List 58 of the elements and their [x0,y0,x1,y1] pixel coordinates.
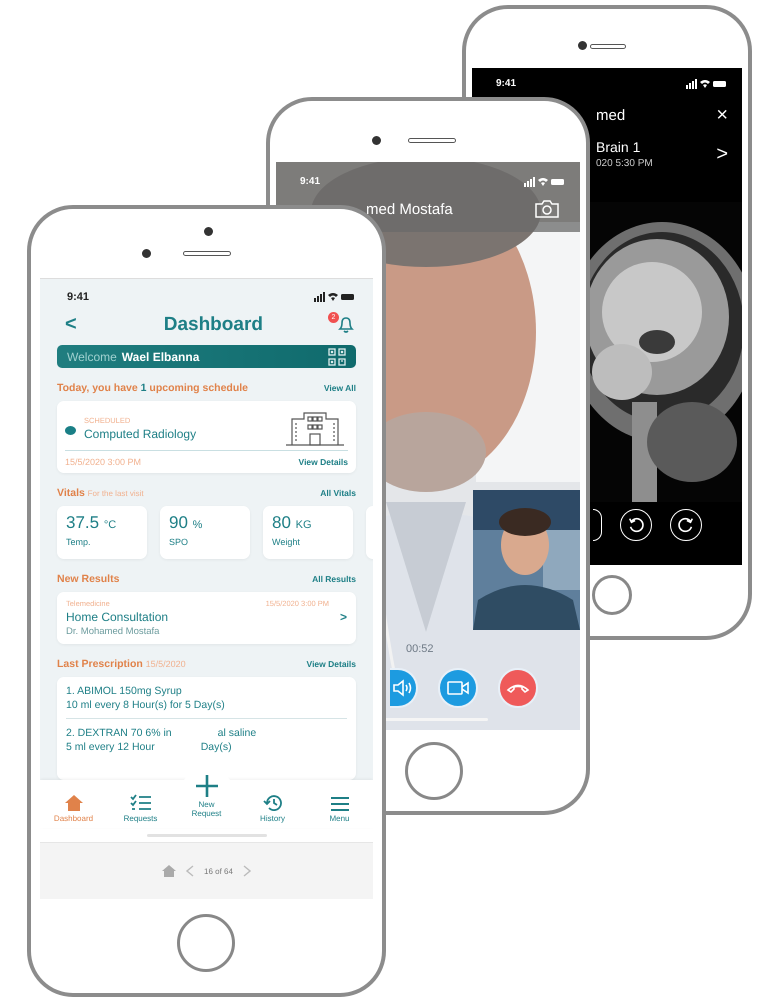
home-button[interactable] [177,914,235,972]
rotate-left-button[interactable] [620,509,652,541]
home-icon[interactable] [162,865,176,877]
section-subtitle: For the last visit [88,489,144,498]
user-name: Wael Elbanna [122,350,200,364]
status-time: 9:41 [67,291,90,303]
vital-label: SPO [169,537,190,547]
round-button[interactable] [593,509,602,541]
prescription-text: 5 ml every 12 Hour [66,740,155,754]
tab[interactable]: Menu [310,796,368,823]
rotate-right-button[interactable] [670,509,702,541]
prescription-text: 10 ml every 8 Hour(s) for 5 Day(s) [66,698,225,712]
prescription-date: 15/5/2020 [146,659,186,669]
camera-dot [578,41,587,50]
schedule-heading: Today, you have 1 upcoming schedule [57,382,248,394]
tab[interactable]: History [244,794,302,823]
close-button[interactable]: × [716,105,728,125]
screen-title: med [596,106,626,124]
speaker-slot [590,44,626,49]
plus-icon [194,774,218,798]
history-icon [262,794,282,812]
section-title: Last Prescription [57,658,143,670]
menu-icon [330,796,350,812]
home-icon [64,794,84,812]
appointment-title: Computed Radiology [84,426,198,440]
scan-date: 020 5:30 PM [596,158,653,169]
scan-name: Brain 1 [596,139,642,155]
tab[interactable]: Requests [112,794,170,823]
welcome-label: Welcome [67,350,117,364]
signal-wifi-battery-icon [686,78,726,88]
page-title: Dashboard [164,314,263,336]
status-time: 9:41 [496,78,516,89]
camera-dot [142,249,151,258]
doctor-name: Dr. Mohamed Mostafa [66,626,160,637]
prescription-text: 1. ABIMOL 150mg Syrup [66,684,182,698]
chevron-button[interactable]: > [716,144,728,164]
rotate-right-icon [677,516,695,534]
speaker-slot [408,138,456,143]
vital-value: 37.5 °C [66,513,118,533]
camera-dot [372,136,381,145]
back-button[interactable]: < [57,313,77,336]
prescription-text: al saline [218,726,256,740]
status-dot [65,426,76,435]
speaker-slot [183,251,231,256]
rotate-left-icon [627,516,645,534]
result-title: Home Consultation [66,610,168,624]
checklist-icon [130,794,152,812]
tab[interactable]: Dashboard [44,794,102,823]
vital-label: Temp. [66,537,92,547]
section-title: Vitals [57,487,85,499]
prescription-text: 2. DEXTRAN 70 6% in [66,726,172,740]
section-title: New Results [57,573,120,585]
vital-value: 90 % [169,513,204,533]
appointment-date: 15/5/2020 3:00 PM [65,457,142,467]
camera-dot [204,227,213,236]
prescription-text: Day(s) [200,740,232,754]
page-counter: 16 of 64 [204,866,233,876]
home-button[interactable] [405,742,463,800]
